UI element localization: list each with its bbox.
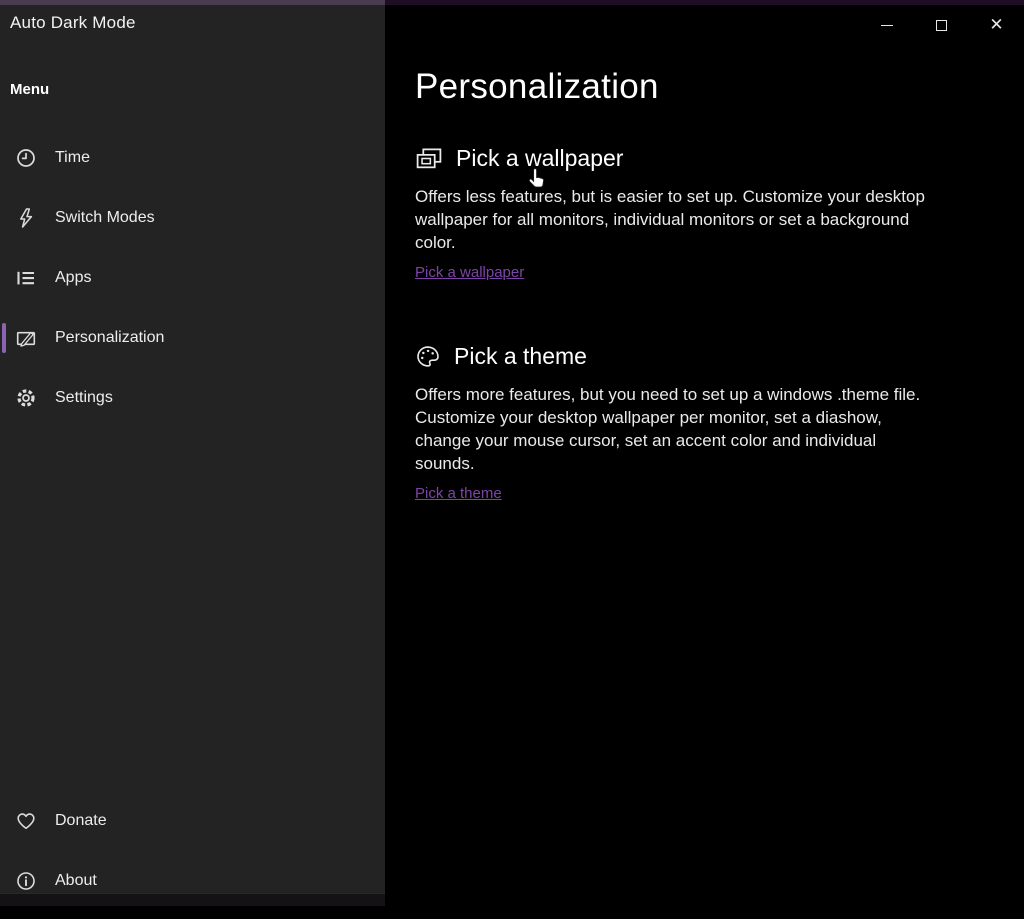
clock-icon [14,146,38,170]
info-icon [14,869,38,893]
sidebar-item-switch-modes[interactable]: Switch Modes [0,188,385,248]
auto-dark-mode-window: Auto Dark Mode Menu Time Switch Modes [0,0,1024,919]
sidebar-item-personalization[interactable]: Personalization [0,308,385,368]
sidebar-item-label: Donate [55,812,107,830]
section-description: Offers more features, but you need to se… [415,383,933,475]
wallpaper-section-header: Pick a wallpaper [415,145,933,172]
wallpaper-section: Pick a wallpaper Offers less features, b… [415,145,933,282]
sidebar-bottom-strip [0,893,385,906]
sidebar-item-time[interactable]: Time [0,128,385,188]
menu-label: Menu [10,81,49,98]
minimize-button[interactable] [859,5,914,45]
main-content: ✕ Personalization Pick a wallpaper Offer… [385,5,1024,919]
sidebar-item-label: Personalization [55,329,164,347]
sidebar-item-label: Switch Modes [55,209,155,227]
heart-icon [14,809,38,833]
list-icon [14,266,38,290]
sidebar-item-donate[interactable]: Donate [0,791,385,851]
sidebar-item-label: Settings [55,389,113,407]
section-description: Offers less features, but is easier to s… [415,185,933,254]
minimize-icon [881,25,893,26]
wallpaper-icon [415,147,443,170]
app-title: Auto Dark Mode [10,13,136,33]
sidebar-item-settings[interactable]: Settings [0,368,385,428]
lightning-icon [14,206,38,230]
sidebar-item-label: About [55,872,97,890]
sidebar-item-label: Apps [55,269,91,287]
theme-section: Pick a theme Offers more features, but y… [415,343,933,503]
pick-theme-link[interactable]: Pick a theme [415,485,502,502]
maximize-icon [936,20,947,31]
personalization-icon [14,326,38,350]
pick-wallpaper-link[interactable]: Pick a wallpaper [415,264,524,281]
gear-icon [14,386,38,410]
sidebar: Auto Dark Mode Menu Time Switch Modes [0,5,385,906]
section-heading: Pick a wallpaper [456,145,623,172]
section-heading: Pick a theme [454,343,587,370]
close-button[interactable]: ✕ [969,5,1024,45]
window-controls: ✕ [859,5,1024,45]
selection-indicator [2,323,6,353]
close-icon: ✕ [989,17,1003,34]
page-title: Personalization [415,67,659,107]
palette-icon [415,344,441,370]
theme-section-header: Pick a theme [415,343,933,370]
sidebar-item-apps[interactable]: Apps [0,248,385,308]
maximize-button[interactable] [914,5,969,45]
sidebar-item-label: Time [55,149,90,167]
